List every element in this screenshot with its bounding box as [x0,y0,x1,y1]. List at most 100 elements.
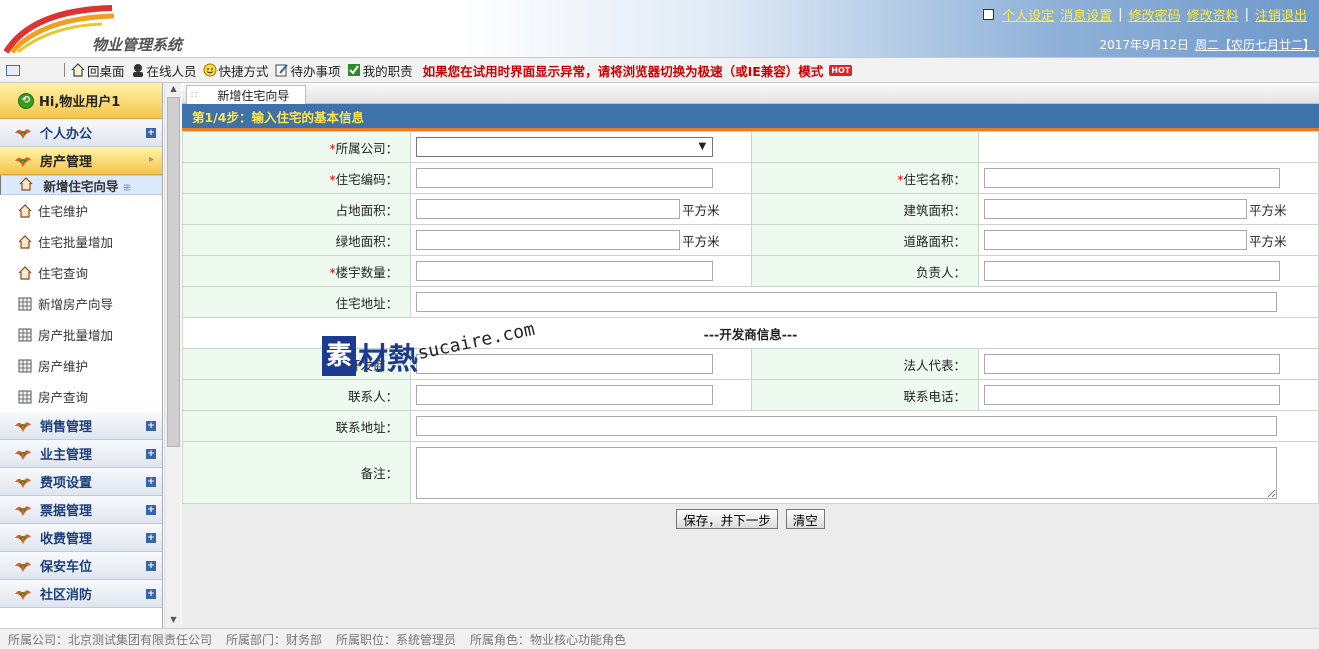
expand-icon[interactable]: + [146,449,156,459]
expand-icon[interactable]: + [146,505,156,515]
road-area-input[interactable] [984,230,1247,250]
manager-input[interactable] [984,261,1280,281]
building-area-input[interactable] [984,199,1247,219]
toolbar-home[interactable]: 回桌面 [71,61,125,80]
label-manager: 负责人： [751,255,979,287]
label-building-area: 建筑面积： [751,193,979,225]
label-remark: 备注： [181,441,412,504]
sidebar-group-sales[interactable]: 销售管理 + [0,412,162,440]
step-title: 第1/4步：输入住宅的基本信息 [182,104,1319,131]
bird-icon [15,128,31,139]
toolbar-separator [64,63,65,77]
sidebar-item-new-residence-wizard[interactable]: 新增住宅向导 ⁜ [0,175,162,195]
date-line: 2017年9月12日 周二【农历七月廿二】 [1100,36,1315,53]
sidebar-item-residence-maintenance[interactable]: 住宅维护 [0,195,162,226]
bird-icon [15,477,31,488]
label-code: *住宅编码： [181,162,412,194]
label-address: 住宅地址： [181,286,412,318]
link-change-password[interactable]: 修改密码 [1129,5,1181,24]
browser-warning: 如果您在试用时界面显示异常，请将浏览器切换为极速（或IE兼容）模式 [422,63,824,79]
sidebar-item-property-batch-add[interactable]: 房产批量增加 [0,319,162,350]
expand-icon[interactable]: + [146,561,156,571]
toolbar-online-users[interactable]: 在线人员 [131,61,197,80]
label-contact: 联系人： [181,379,412,411]
sidebar-scrollbar[interactable]: ▲ ▼ [164,83,181,628]
user-greeting: ⟲ Hi,物业用户1 [0,83,162,119]
toolbar-my-duties[interactable]: 我的职责 [347,61,413,80]
link-message-settings[interactable]: 消息设置 [1060,5,1112,24]
scroll-down-icon[interactable]: ▼ [165,615,182,627]
status-department: 所属部门：财务部 [226,632,323,647]
sidebar-item-property-query[interactable]: 房产查询 [0,381,162,412]
tab-new-residence-wizard[interactable]: ∷ 新增住宅向导 [186,85,306,104]
unit-label: 平方米 [1249,202,1287,218]
house-icon [19,177,33,191]
sidebar-item-residence-query[interactable]: 住宅查询 [0,257,162,288]
sidebar-item-new-property-wizard[interactable]: 新增房产向导 [0,288,162,319]
sidebar-item-property-maintenance[interactable]: 房产维护 [0,350,162,381]
land-area-input[interactable] [416,199,681,219]
label-land-area: 占地面积： [181,193,412,225]
house-icon [18,234,32,249]
bird-icon [15,533,31,544]
expand-icon[interactable]: + [146,589,156,599]
expand-icon[interactable]: + [146,421,156,431]
user-status-icon: ⟲ [18,92,34,109]
green-area-input[interactable] [416,230,681,250]
label-building-count: *楼宇数量： [181,255,412,287]
residence-address-input[interactable] [416,292,1278,312]
legal-rep-input[interactable] [984,354,1280,374]
main-content: ∷ 新增住宅向导 第1/4步：输入住宅的基本信息 *所属公司： ▼ *住宅编码：… [181,83,1319,628]
sidebar-group-personal[interactable]: 个人办公 + [0,119,162,147]
chevron-right-icon: ▸ [148,154,154,165]
status-company: 所属公司：北京测试集团有限责任公司 [8,632,213,647]
toggle-sidebar-icon[interactable] [6,64,20,76]
sidebar-group-owners[interactable]: 业主管理 + [0,440,162,468]
toolbar-shortcuts[interactable]: 快捷方式 [203,61,269,80]
expand-icon[interactable]: + [146,128,156,138]
save-next-button[interactable]: 保存，并下一步 [676,509,778,529]
expand-icon[interactable]: + [146,477,156,487]
building-icon [18,297,32,310]
sidebar-group-billing[interactable]: 收费管理 + [0,524,162,552]
date-text: 2017年9月12日 [1099,38,1189,52]
residence-name-input[interactable] [984,168,1280,188]
scrollbar-thumb[interactable] [167,97,180,447]
sidebar-group-property[interactable]: 房产管理 ▸ [0,147,162,175]
company-select[interactable]: ▼ [416,137,714,157]
clear-button[interactable]: 清空 [785,509,825,529]
building-icon [18,359,32,372]
contact-phone-input[interactable] [984,385,1280,405]
link-personal-settings[interactable]: 个人设定 [1002,5,1054,24]
toolbar: 回桌面 在线人员 快捷方式 待办事项 我的职责 如果您在试用时界面显示异常，请将… [0,57,1319,83]
sidebar-group-invoices[interactable]: 票据管理 + [0,496,162,524]
sidebar-group-fee-settings[interactable]: 费项设置 + [0,468,162,496]
scroll-up-icon[interactable]: ▲ [165,84,182,96]
toolbar-todo[interactable]: 待办事项 [275,61,341,80]
residence-form: *所属公司： ▼ *住宅编码： *住宅名称： 占地面积： 平方米 建筑面积： 平… [181,131,1319,504]
label-contact-phone: 联系电话： [751,379,979,411]
expand-icon[interactable]: + [146,533,156,543]
developer-input[interactable] [416,354,714,374]
label-road-area: 道路面积： [751,224,979,256]
remark-textarea[interactable] [416,446,1278,499]
sidebar-group-security-parking[interactable]: 保安车位 + [0,552,162,580]
residence-code-input[interactable] [416,168,714,188]
selected-marker-icon: ⁜ [122,183,132,194]
weekday-text[interactable]: 周二【农历七月廿二】 [1195,36,1315,53]
link-edit-profile[interactable]: 修改资料 [1187,5,1239,24]
sidebar-group-fire-safety[interactable]: 社区消防 + [0,580,162,608]
bird-icon [15,589,31,600]
label-legal-rep: 法人代表： [751,348,979,380]
home-icon [71,63,85,77]
bird-icon [15,156,31,167]
link-logout[interactable]: 注销退出 [1255,5,1307,24]
unit-label: 平方米 [682,202,720,218]
building-count-input[interactable] [416,261,714,281]
top-links: 个人设定 消息设置 | 修改密码 修改资料 | 注销退出 [983,5,1307,24]
contact-input[interactable] [416,385,714,405]
house-icon [18,265,32,280]
sidebar-item-residence-batch-add[interactable]: 住宅批量增加 [0,226,162,257]
label-company: *所属公司： [181,131,412,163]
contact-address-input[interactable] [416,416,1278,436]
